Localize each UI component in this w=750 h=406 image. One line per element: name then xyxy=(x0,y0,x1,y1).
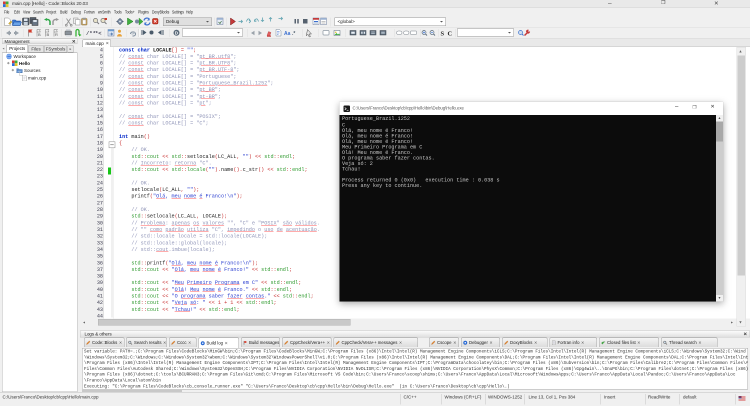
svg-text:R: R xyxy=(55,32,58,37)
svg-text:Aa: Aa xyxy=(284,31,291,37)
svg-text:.*: .* xyxy=(292,31,295,37)
svg-text:B: B xyxy=(38,32,41,37)
svg-text:B: B xyxy=(47,32,50,37)
svg-text:*<: *< xyxy=(95,30,102,37)
svg-text:S: S xyxy=(441,31,445,38)
svg-text:C: C xyxy=(448,31,453,38)
